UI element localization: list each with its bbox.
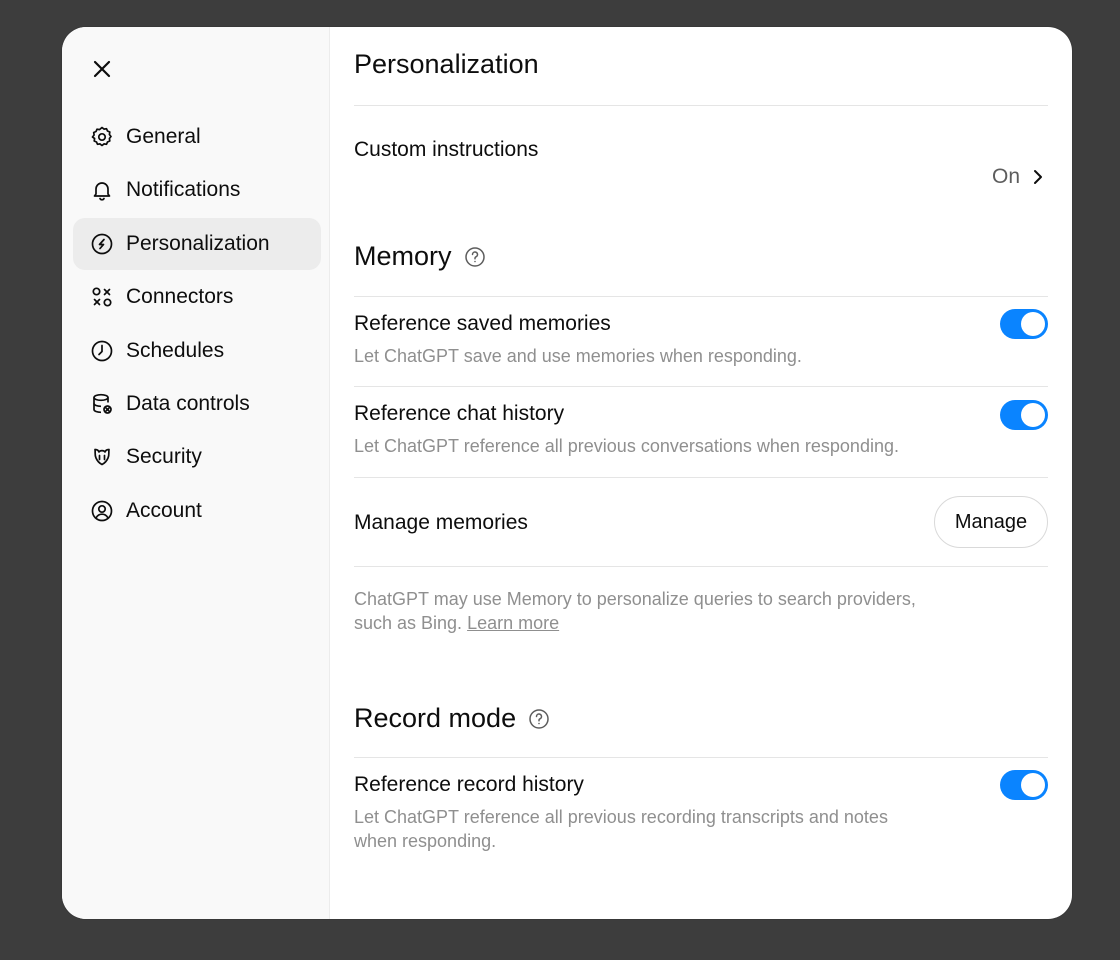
divider <box>354 105 1048 106</box>
reference-chat-history-label: Reference chat history <box>354 402 565 425</box>
sidebar-item-label: Security <box>126 445 202 469</box>
close-icon[interactable] <box>91 58 113 80</box>
memory-note-text: such as Bing. <box>354 613 463 633</box>
reference-record-desc-line2: when responding. <box>354 831 497 851</box>
sidebar-item-label: Data controls <box>126 391 250 415</box>
settings-modal: General Notifications Personalization Co… <box>62 27 1072 919</box>
sidebar-item-label: Account <box>126 498 202 522</box>
reference-record-desc-line1: Let ChatGPT reference all previous recor… <box>354 807 888 827</box>
toggle-knob <box>1021 312 1045 336</box>
sidebar-item-security[interactable]: Security <box>73 431 321 483</box>
toggle-knob <box>1021 773 1045 797</box>
sidebar-item-label: Connectors <box>126 285 234 309</box>
shield-icon <box>89 444 115 470</box>
page-title: Personalization <box>354 49 539 79</box>
reference-chat-history-desc: Let ChatGPT reference all previous conve… <box>354 436 899 456</box>
reference-saved-memories-desc: Let ChatGPT save and use memories when r… <box>354 346 802 366</box>
custom-instructions-value[interactable]: On <box>992 165 1048 189</box>
clock-icon <box>89 338 115 364</box>
divider <box>354 477 1048 478</box>
bell-icon <box>89 177 115 203</box>
reference-saved-memories-label: Reference saved memories <box>354 312 611 335</box>
sidebar-item-personalization[interactable]: Personalization <box>73 217 321 270</box>
memory-section-title: Memory <box>354 241 486 272</box>
gear-icon <box>89 124 115 150</box>
memory-note-line1: ChatGPT may use Memory to personalize qu… <box>354 589 916 609</box>
manage-memories-button[interactable]: Manage <box>934 496 1048 548</box>
reference-chat-history-toggle[interactable] <box>1000 400 1048 430</box>
divider <box>354 757 1048 758</box>
learn-more-link[interactable]: Learn more <box>467 613 559 633</box>
database-icon <box>89 391 115 417</box>
sidebar-item-label: Personalization <box>126 231 270 255</box>
custom-instructions-label[interactable]: Custom instructions <box>354 138 538 162</box>
divider <box>354 566 1048 567</box>
divider <box>354 386 1048 387</box>
reference-record-history-toggle[interactable] <box>1000 770 1048 800</box>
sidebar-item-notifications[interactable]: Notifications <box>73 164 321 216</box>
manage-memories-label: Manage memories <box>354 511 528 534</box>
settings-content: Personalization Custom instructions On M… <box>330 27 1072 919</box>
sidebar-item-account[interactable]: Account <box>73 485 321 537</box>
help-icon[interactable] <box>464 246 486 268</box>
close-button[interactable] <box>88 55 116 83</box>
sidebar-item-data-controls[interactable]: Data controls <box>73 378 321 430</box>
record-mode-title: Record mode <box>354 703 517 733</box>
connectors-icon <box>89 284 115 310</box>
sidebar-item-label: Notifications <box>126 178 241 202</box>
sidebar-item-general[interactable]: General <box>73 111 321 163</box>
reference-saved-memories-toggle[interactable] <box>1000 309 1048 339</box>
memory-note-line2: such as Bing. Learn more <box>354 611 916 635</box>
user-circle-icon <box>89 498 115 524</box>
divider <box>354 296 1048 297</box>
reference-record-history-label: Reference record history <box>354 773 584 796</box>
reference-record-history-desc: Let ChatGPT reference all previous recor… <box>354 805 888 853</box>
memory-note: ChatGPT may use Memory to personalize qu… <box>354 587 916 635</box>
custom-instructions-status: On <box>991 165 1020 188</box>
help-icon[interactable] <box>528 708 550 730</box>
toggle-knob <box>1021 403 1045 427</box>
personalization-icon <box>89 231 115 257</box>
sidebar-item-schedules[interactable]: Schedules <box>73 325 321 377</box>
chevron-right-icon <box>1034 170 1042 184</box>
sidebar-item-connectors[interactable]: Connectors <box>73 271 321 323</box>
sidebar-item-label: Schedules <box>126 338 225 362</box>
memory-title: Memory <box>354 241 452 271</box>
sidebar-item-label: General <box>126 125 201 148</box>
settings-nav: General Notifications Personalization Co… <box>73 111 321 538</box>
settings-sidebar: General Notifications Personalization Co… <box>62 27 330 919</box>
record-mode-section-title: Record mode <box>354 703 550 734</box>
